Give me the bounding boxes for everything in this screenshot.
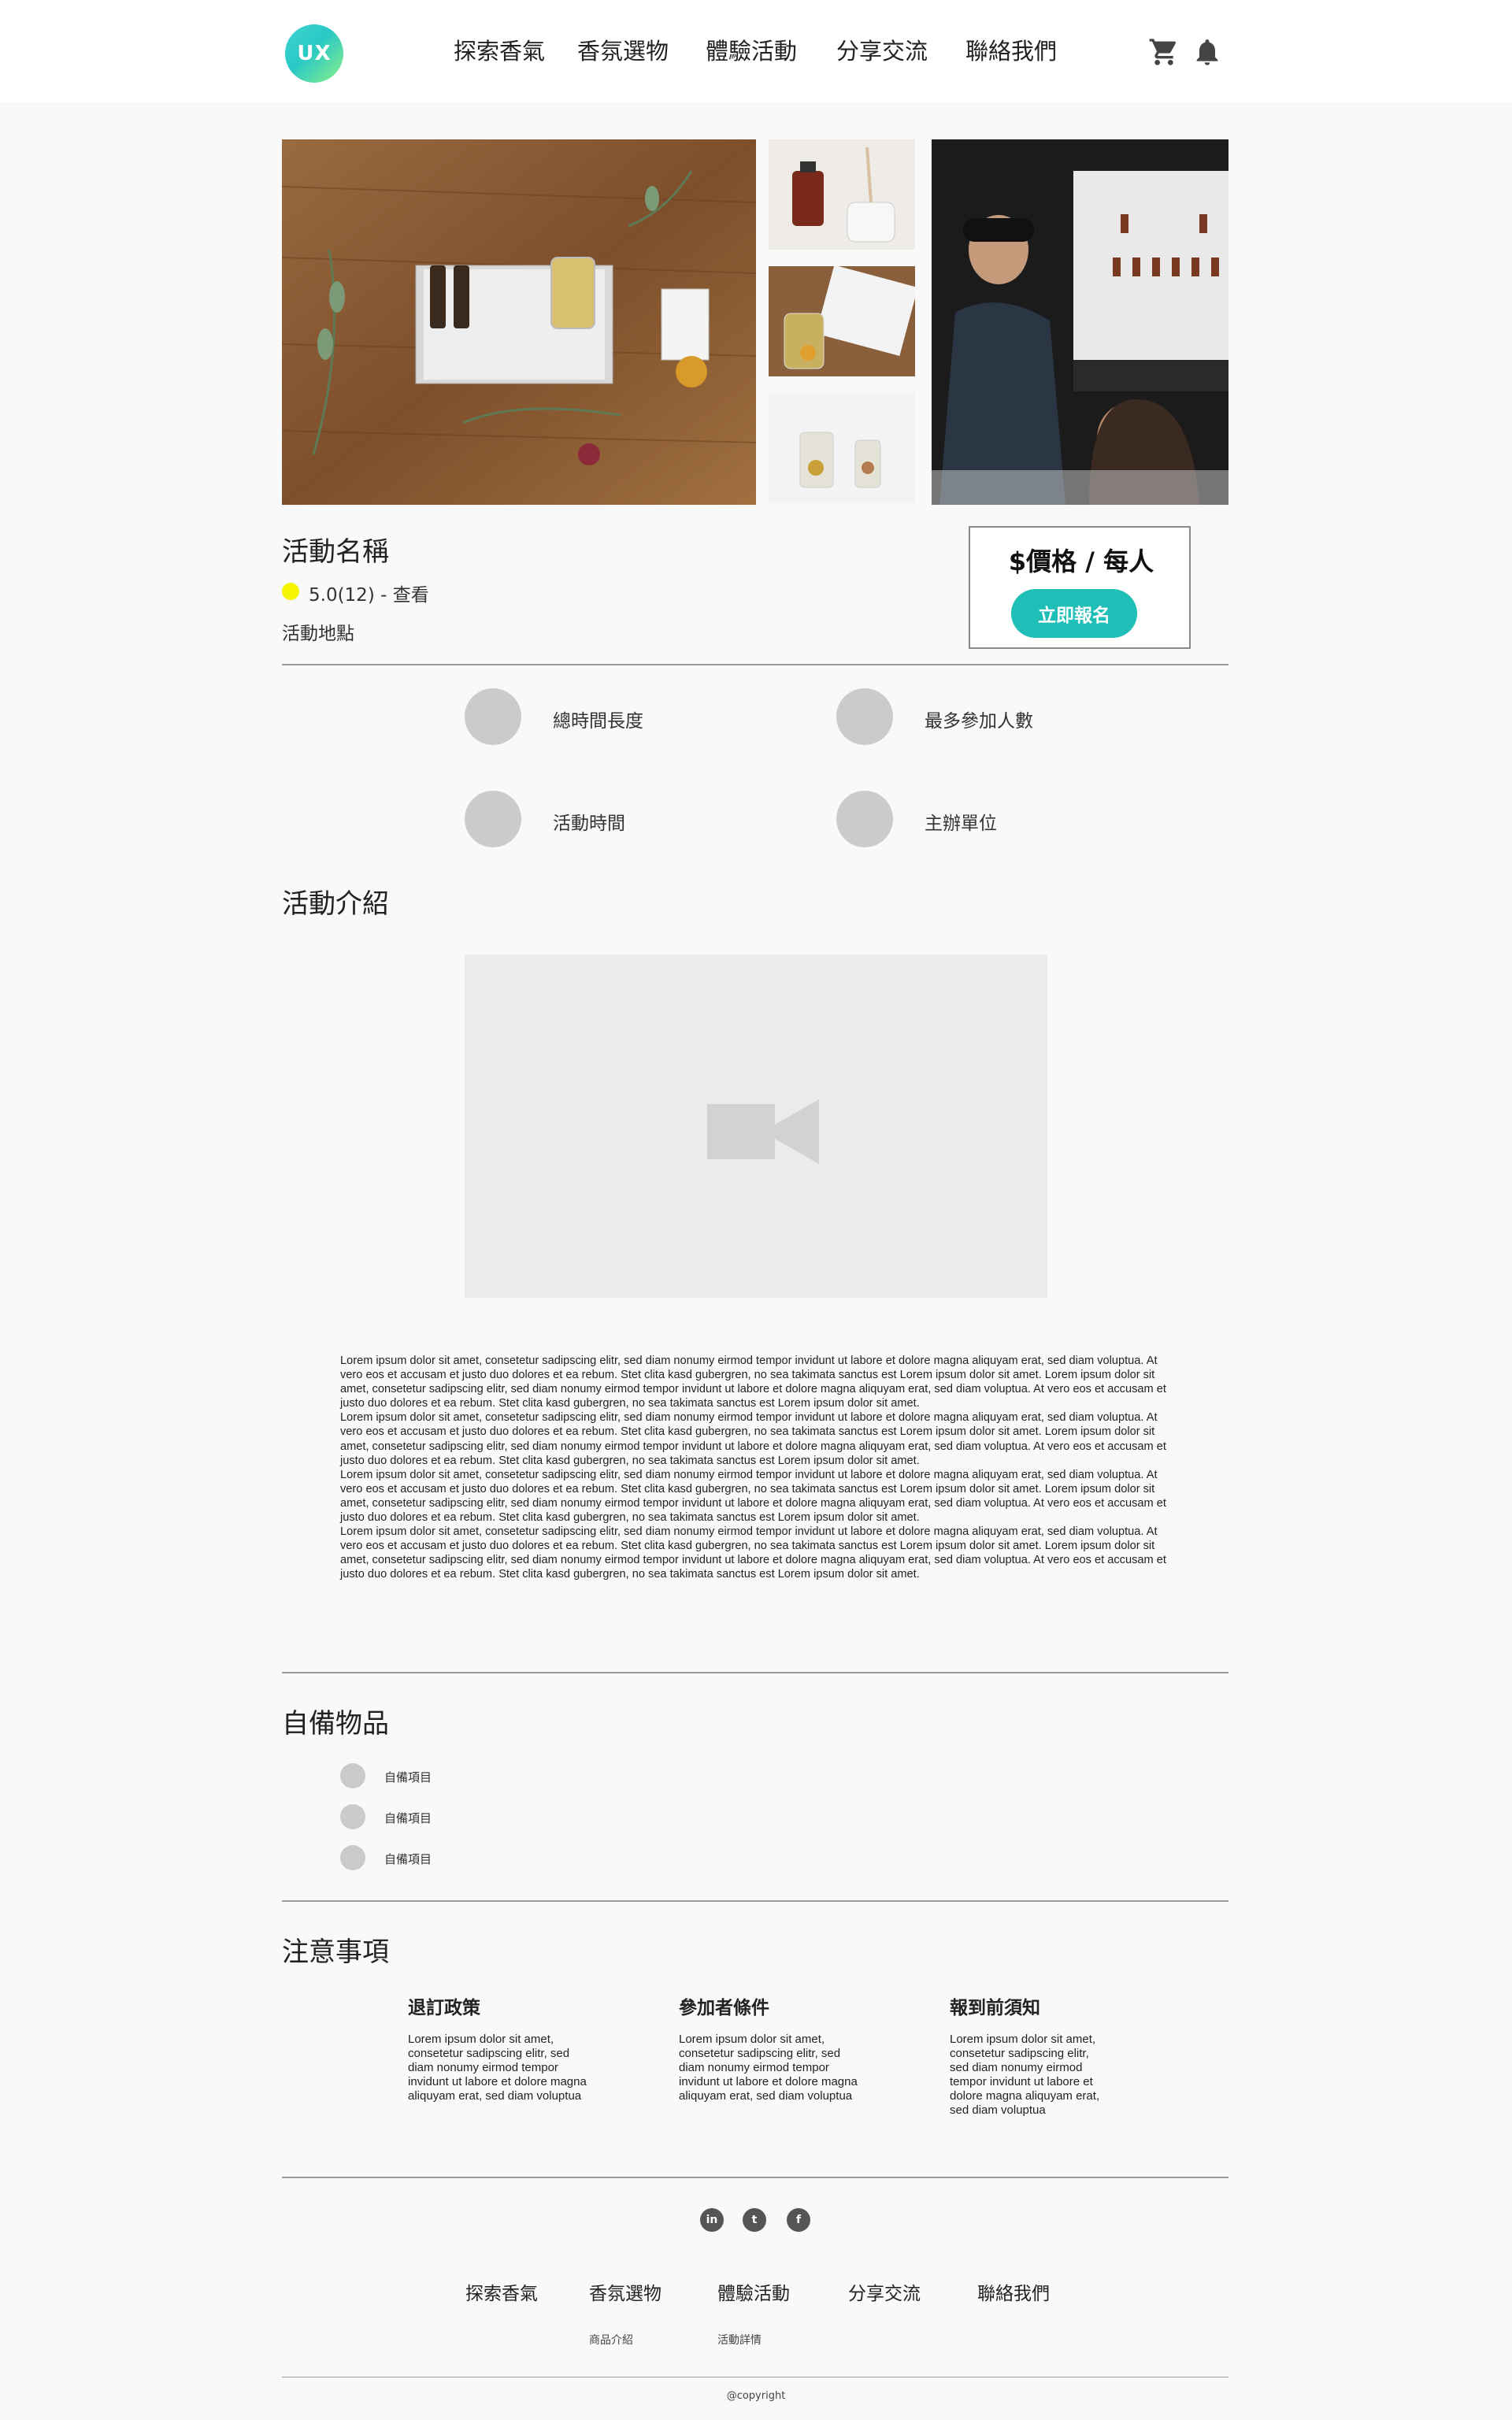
event-rating[interactable]: 5.0(12) - 查看 — [309, 580, 429, 606]
rating-dot-icon — [282, 583, 299, 600]
intro-paragraph: Lorem ipsum dolor sit amet, consetetur s… — [340, 1525, 1166, 1581]
copyright: @copyright — [726, 2390, 786, 2402]
notice-refund-title: 退訂政策 — [408, 1998, 480, 2018]
intro-paragraph: Lorem ipsum dolor sit amet, consetetur s… — [340, 1468, 1166, 1525]
bring-item-icon — [340, 1804, 365, 1829]
event-location: 活動地點 — [282, 624, 354, 644]
video-camera-icon[interactable] — [707, 1099, 819, 1164]
footer-nav-contact[interactable]: 聯絡我們 — [977, 2278, 1050, 2305]
linkedin-icon[interactable]: in — [700, 2208, 724, 2232]
flower-bottle-photo[interactable] — [769, 266, 915, 376]
event-price: $價格 / 每人 — [1008, 547, 1154, 576]
nav-contact[interactable]: 聯絡我們 — [965, 33, 1057, 66]
intro-paragraph: Lorem ipsum dolor sit amet, consetetur s… — [340, 1355, 1166, 1410]
facebook-icon[interactable]: f — [787, 2208, 810, 2232]
footer-link-product-intro[interactable]: 商品介紹 — [589, 2332, 633, 2348]
notice-refund-body: Lorem ipsum dolor sit amet, consetetur s… — [408, 2033, 587, 2103]
nav-explore-scents[interactable]: 探索香氣 — [454, 33, 545, 66]
intro-text: Lorem ipsum dolor sit amet, consetetur s… — [340, 1354, 1172, 1582]
intro-paragraph: Lorem ipsum dolor sit amet, consetetur s… — [340, 1411, 1166, 1467]
intro-video[interactable] — [465, 954, 1047, 1298]
bring-item: 自備項目 — [384, 1811, 432, 1825]
divider — [282, 1672, 1228, 1673]
feature-max-participants: 最多參加人數 — [925, 711, 1033, 732]
duration-icon — [465, 688, 521, 745]
twitter-icon[interactable]: t — [743, 2208, 766, 2232]
notice-checkin-body: Lorem ipsum dolor sit amet, consetetur s… — [950, 2033, 1100, 2117]
intro-title: 活動介紹 — [282, 888, 389, 920]
bring-item: 自備項目 — [384, 1770, 432, 1784]
nav-experience-events[interactable]: 體驗活動 — [706, 33, 797, 66]
bring-item: 自備項目 — [384, 1852, 432, 1866]
footer-nav-experience-events[interactable]: 體驗活動 — [717, 2278, 790, 2305]
bell-icon[interactable] — [1191, 36, 1223, 68]
divider — [282, 1900, 1228, 1902]
footer-nav-fragrance-shop[interactable]: 香氛選物 — [589, 2278, 662, 2305]
divider — [282, 664, 1228, 665]
notice-participant-body: Lorem ipsum dolor sit amet, consetetur s… — [679, 2033, 858, 2103]
notice-checkin-title: 報到前須知 — [950, 1998, 1040, 2018]
notice-title: 注意事項 — [282, 1936, 389, 1968]
bring-item-icon — [340, 1763, 365, 1788]
event-name: 活動名稱 — [282, 536, 389, 568]
footer-nav-explore-scents[interactable]: 探索香氣 — [465, 2278, 538, 2305]
price-box: $價格 / 每人 立即報名 — [969, 526, 1191, 649]
participants-icon — [836, 688, 893, 745]
bring-title: 自備物品 — [282, 1708, 389, 1740]
workshop-table-photo[interactable] — [282, 139, 756, 505]
two-bottles-photo[interactable] — [769, 393, 915, 503]
feature-duration: 總時間長度 — [553, 711, 643, 732]
logo[interactable]: UX — [285, 24, 343, 83]
cart-icon[interactable] — [1148, 36, 1180, 68]
instructor-class-photo[interactable] — [932, 139, 1228, 505]
footer-link-event-details[interactable]: 活動詳情 — [717, 2332, 762, 2348]
notice-participant-title: 參加者條件 — [679, 1998, 769, 2018]
nav-fragrance-shop[interactable]: 香氛選物 — [577, 33, 669, 66]
signup-button[interactable]: 立即報名 — [1011, 589, 1137, 638]
nav-share[interactable]: 分享交流 — [836, 33, 928, 66]
bring-item-icon — [340, 1845, 365, 1870]
organizer-icon — [836, 791, 893, 847]
footer-nav-share[interactable]: 分享交流 — [848, 2278, 921, 2305]
divider — [282, 2177, 1228, 2178]
time-icon — [465, 791, 521, 847]
feature-organizer: 主辦單位 — [925, 813, 997, 834]
site-header: UX 探索香氣 香氛選物 體驗活動 分享交流 聯絡我們 — [0, 0, 1512, 102]
feature-event-time: 活動時間 — [553, 813, 625, 834]
bottle-pouring-photo[interactable] — [769, 139, 915, 250]
